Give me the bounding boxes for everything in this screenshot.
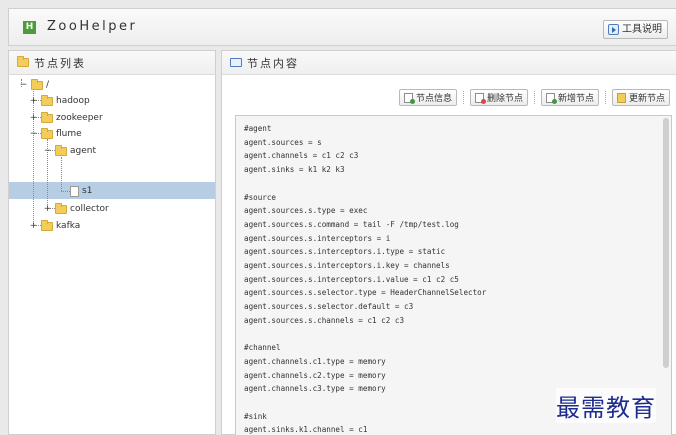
- tree-node-s1[interactable]: s1: [70, 183, 92, 199]
- folder-icon: [17, 56, 29, 67]
- scrollbar[interactable]: [663, 118, 669, 368]
- tree-node-label: hadoop: [56, 96, 90, 106]
- update-node-label: 更新节点: [628, 94, 665, 104]
- tool-help-label: 工具说明: [622, 24, 662, 35]
- edit-icon: [616, 92, 626, 103]
- delete-node-label: 删除节点: [486, 94, 523, 104]
- expand-icon[interactable]: +: [29, 113, 38, 123]
- content-line: #sink: [244, 411, 267, 421]
- app-header: H ZooHelper 工具说明: [8, 8, 676, 46]
- monitor-icon: [230, 58, 242, 67]
- tree-node-label: collector: [70, 204, 109, 214]
- content-line: agent.sources.s.interceptors.i.type = st…: [244, 247, 446, 257]
- content-line: agent.channels.c2.type = memory: [244, 370, 386, 380]
- app-title: ZooHelper: [47, 19, 138, 34]
- node-content-panel: 节点内容 节点信息 删除节点 新增节点 更新节点 #agent agent.sou…: [221, 50, 676, 435]
- expand-icon[interactable]: +: [43, 204, 52, 214]
- content-line: agent.sources.s.channels = c1 c2 c3: [244, 315, 405, 325]
- selected-row-highlight: [9, 182, 215, 199]
- tool-help-button[interactable]: 工具说明: [603, 20, 668, 39]
- folder-icon: [41, 127, 53, 139]
- content-line: agent.sinks = k1 k2 k3: [244, 165, 345, 175]
- tree-node-label: s1: [82, 186, 93, 196]
- node-list-header: 节点列表: [9, 51, 215, 75]
- node-content-title: 节点内容: [247, 56, 299, 70]
- folder-icon: [41, 111, 53, 123]
- tree-node-hadoop[interactable]: + hadoop: [29, 93, 90, 109]
- content-line: [244, 396, 486, 410]
- node-content-header: 节点内容: [222, 51, 676, 75]
- add-node-label: 新增节点: [557, 94, 594, 104]
- collapse-icon[interactable]: −: [43, 146, 52, 156]
- file-icon: [70, 185, 79, 197]
- delete-node-button[interactable]: 删除节点: [469, 89, 528, 106]
- content-line: agent.sources.s.selector.default = c3: [244, 302, 414, 312]
- node-tree: − / + hadoop + zookeeper − flume − agent…: [9, 75, 215, 435]
- expand-icon[interactable]: +: [29, 221, 38, 231]
- add-node-button[interactable]: 新增节点: [540, 89, 599, 106]
- toolbar-divider: [462, 91, 464, 104]
- content-line: agent.channels = c1 c2 c3: [244, 151, 359, 161]
- watermark-text: 最需教育: [556, 388, 656, 423]
- tree-node-flume[interactable]: − flume: [29, 126, 82, 142]
- tree-node-collector[interactable]: + collector: [43, 201, 109, 217]
- content-line: agent.channels.c1.type = memory: [244, 356, 386, 366]
- tree-node-label: agent: [70, 146, 96, 156]
- content-line: [244, 328, 486, 342]
- content-line: agent.sources.s.type = exec: [244, 206, 368, 216]
- tree-node-root[interactable]: − /: [19, 77, 49, 93]
- node-toolbar: 节点信息 删除节点 新增节点 更新节点: [398, 89, 670, 106]
- toolbar-divider: [604, 91, 606, 104]
- node-content-text: #agent agent.sources = s agent.channels = …: [244, 122, 486, 435]
- content-line: #channel: [244, 343, 281, 353]
- tree-node-kafka[interactable]: + kafka: [29, 218, 80, 234]
- content-line: agent.sinks.k1.channel = c1: [244, 425, 368, 435]
- tree-node-label: /: [46, 80, 50, 90]
- add-icon: [545, 92, 557, 104]
- play-icon: [608, 24, 619, 35]
- node-list-panel: 节点列表 − / + hadoop + zookeeper − flume − …: [8, 50, 216, 435]
- folder-icon: [55, 202, 67, 214]
- folder-icon: [31, 78, 43, 90]
- folder-icon: [55, 144, 67, 156]
- expand-icon[interactable]: +: [29, 96, 38, 106]
- content-line: agent.sources.s.interceptors.i.key = cha…: [244, 261, 450, 271]
- folder-icon: [41, 94, 53, 106]
- tree-node-label: kafka: [56, 221, 81, 231]
- tree-node-zookeeper[interactable]: + zookeeper: [29, 110, 103, 126]
- content-line: [244, 177, 486, 191]
- logo-icon: H: [23, 21, 36, 34]
- toolbar-divider: [533, 91, 535, 104]
- collapse-icon[interactable]: −: [29, 129, 38, 139]
- content-line: #agent: [244, 124, 272, 133]
- content-line: agent.sources.s.interceptors.i.value = c…: [244, 274, 459, 284]
- tree-node-label: zookeeper: [56, 113, 103, 123]
- node-info-button[interactable]: 节点信息: [398, 89, 457, 106]
- tree-node-agent[interactable]: − agent: [43, 143, 96, 159]
- content-line: agent.sources.s.command = tail -F /tmp/t…: [244, 219, 459, 229]
- content-line: #source: [244, 192, 277, 202]
- folder-icon: [41, 219, 53, 231]
- info-icon: [403, 92, 415, 104]
- content-line: agent.sources.s.interceptors = i: [244, 233, 391, 243]
- update-node-button[interactable]: 更新节点: [611, 89, 670, 106]
- collapse-icon[interactable]: −: [19, 80, 28, 90]
- delete-icon: [474, 92, 486, 104]
- node-info-label: 节点信息: [415, 94, 452, 104]
- tree-node-label: flume: [56, 129, 82, 139]
- content-line: agent.channels.c3.type = memory: [244, 384, 386, 394]
- content-line: agent.sources.s.selector.type = HeaderCh…: [244, 288, 487, 298]
- node-content-textarea[interactable]: #agent agent.sources = s agent.channels = …: [235, 115, 672, 435]
- content-line: agent.sources = s: [244, 137, 322, 147]
- node-list-title: 节点列表: [34, 56, 86, 70]
